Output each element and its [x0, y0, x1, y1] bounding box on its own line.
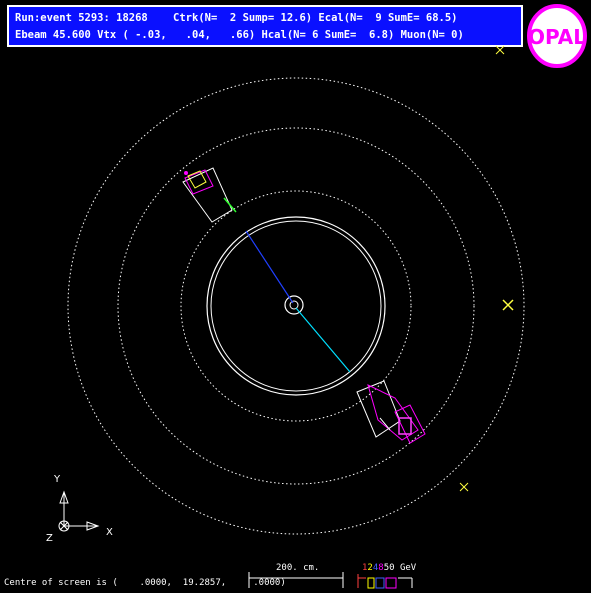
inner-detector-ring [180, 190, 412, 422]
scale-bar-label: 200. cm. [276, 563, 320, 573]
ecal-cluster-lower [356, 380, 426, 444]
middle-detector-ring [117, 127, 475, 485]
axis-triad [58, 490, 100, 532]
energy-scale-labels: 124850 GeV [362, 563, 416, 573]
axis-y-label: Y [53, 474, 61, 485]
energy-scale-bars [357, 574, 413, 589]
muon-hit-lower-right [459, 482, 469, 492]
jet-chamber-inner [210, 220, 382, 392]
muon-hit-top-right [495, 45, 505, 55]
jet-chamber-outer [206, 216, 386, 396]
track-lower-right [295, 307, 351, 373]
event-display: Run:event 5293: 18268 Ctrk(N= 2 Sump= 12… [0, 0, 591, 593]
detector-view[interactable]: Y X Z [0, 0, 591, 593]
track-upper-left [245, 230, 294, 304]
muon-hit-right [502, 299, 514, 311]
ecal-cluster-upper [182, 167, 237, 223]
screen-centre-readout: Centre of screen is ( .0000, 19.2857, .0… [4, 578, 286, 588]
outer-detector-ring [67, 77, 525, 535]
axis-x-label: X [106, 527, 113, 538]
energy-tick-50: 50 GeV [383, 563, 417, 573]
beam-pipe [284, 295, 304, 315]
vertex-marker [289, 300, 299, 310]
axis-z-label: Z [46, 533, 53, 544]
